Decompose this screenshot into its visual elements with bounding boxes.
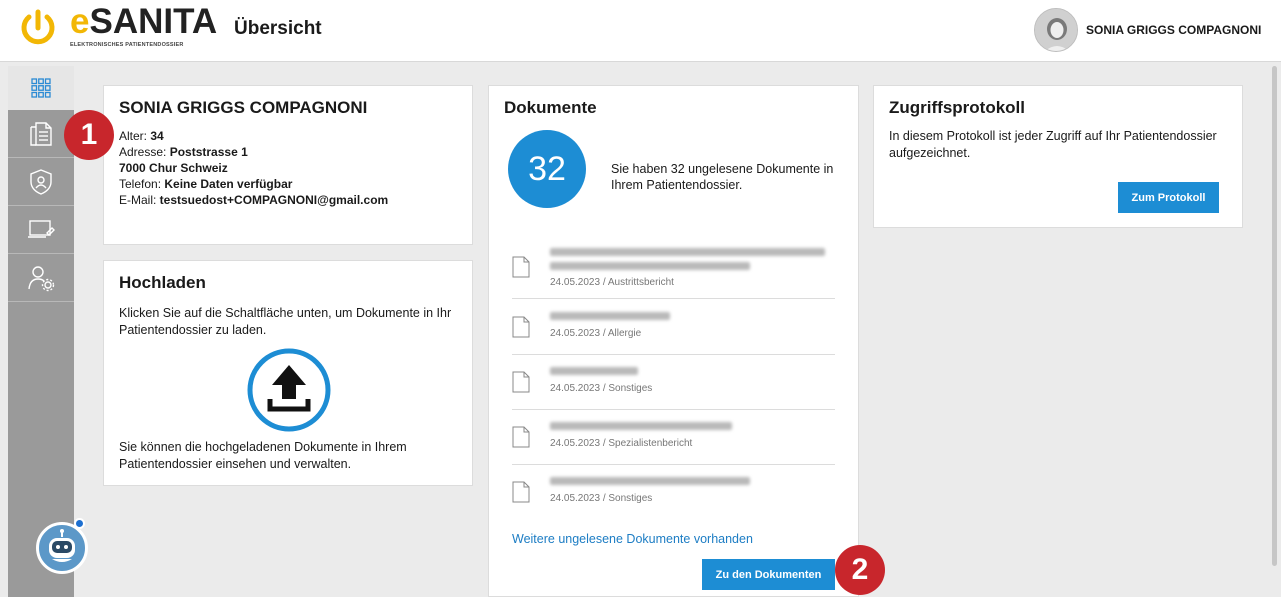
document-meta: 24.05.2023 / Spezialistenbericht xyxy=(550,438,693,449)
documents-icon xyxy=(30,121,52,146)
document-meta: 24.05.2023 / Sonstiges xyxy=(550,493,653,504)
phone-row: Telefon: Keine Daten verfügbar xyxy=(119,176,457,192)
redacted-title xyxy=(550,477,750,485)
patient-name: SONIA GRIGGS COMPAGNONI xyxy=(119,98,368,117)
power-logo-icon xyxy=(21,9,55,45)
patient-card: SONIA GRIGGS COMPAGNONI Alter: 34 Adress… xyxy=(103,85,473,245)
upload-description: Klicken Sie auf die Schaltfläche unten, … xyxy=(119,306,452,337)
file-icon xyxy=(512,256,530,278)
document-meta: 24.05.2023 / Sonstiges xyxy=(550,383,653,394)
redacted-title xyxy=(550,422,732,430)
email-row: E-Mail: testsuedost+COMPAGNONI@gmail.com xyxy=(119,192,457,208)
upload-hint: Sie können die hochgeladenen Dokumente i… xyxy=(119,440,407,471)
divider xyxy=(512,409,835,410)
age-label: Alter: xyxy=(119,129,151,143)
go-to-documents-button[interactable]: Zu den Dokumenten xyxy=(702,559,835,590)
robot-icon xyxy=(49,529,75,562)
document-item[interactable]: 24.05.2023 / Sonstiges xyxy=(512,471,835,525)
documents-title: Dokumente xyxy=(504,98,597,117)
document-item[interactable]: 24.05.2023 / Spezialistenbericht xyxy=(512,416,835,470)
unread-count-text: Sie haben 32 ungelesene Dokumente in Ihr… xyxy=(611,162,834,192)
more-documents-link[interactable]: Weitere ungelesene Dokumente vorhanden xyxy=(512,532,753,546)
document-item[interactable]: 24.05.2023 / Sonstiges xyxy=(512,361,835,415)
page-title: Übersicht xyxy=(234,18,322,39)
upload-icon[interactable] xyxy=(246,347,332,433)
annotation-badge-1: 1 xyxy=(64,110,114,160)
address-row: Adresse: Poststrasse 1 xyxy=(119,144,457,160)
redacted-title xyxy=(550,367,638,375)
logo-wordmark[interactable]: eSANITA xyxy=(70,2,217,42)
upload-card: Hochladen Klicken Sie auf die Schaltfläc… xyxy=(103,260,473,486)
user-settings-icon xyxy=(28,265,55,291)
email-label: E-Mail: xyxy=(119,193,160,207)
avatar[interactable] xyxy=(1034,8,1078,52)
redacted-title xyxy=(550,262,750,270)
address-line2: 7000 Chur Schweiz xyxy=(119,161,228,175)
redacted-title xyxy=(550,312,670,320)
age-row: Alter: 34 xyxy=(119,128,457,144)
redacted-title xyxy=(550,248,825,256)
header: eSANITA ELEKTRONISCHES PATIENTENDOSSIER … xyxy=(0,0,1281,62)
upload-title: Hochladen xyxy=(119,273,206,292)
access-protocol-card: Zugriffsprotokoll In diesem Protokoll is… xyxy=(873,85,1243,228)
address-label: Adresse: xyxy=(119,145,170,159)
view-protocol-button[interactable]: Zum Protokoll xyxy=(1118,182,1219,213)
document-meta: 24.05.2023 / Austrittsbericht xyxy=(550,277,674,288)
annotation-badge-2: 2 xyxy=(835,545,885,595)
file-icon xyxy=(512,316,530,338)
age-value: 34 xyxy=(150,129,164,143)
file-icon xyxy=(512,371,530,393)
sidebar xyxy=(8,66,74,597)
document-item[interactable]: 24.05.2023 / Allergie xyxy=(512,306,835,360)
divider xyxy=(512,464,835,465)
divider xyxy=(512,298,835,299)
sidebar-item-overview[interactable] xyxy=(8,66,74,110)
protocol-description: In diesem Protokoll ist jeder Zugriff au… xyxy=(889,129,1217,160)
unread-count-badge[interactable]: 32 xyxy=(508,130,586,208)
chatbot-button[interactable] xyxy=(36,522,88,574)
shield-user-icon xyxy=(30,168,52,195)
protocol-title: Zugriffsprotokoll xyxy=(889,98,1025,117)
laptop-edit-icon xyxy=(28,219,55,238)
grid-icon xyxy=(31,78,51,98)
user-name[interactable]: SONIA GRIGGS COMPAGNONI xyxy=(1086,23,1261,37)
divider xyxy=(512,354,835,355)
file-icon xyxy=(512,426,530,448)
document-item[interactable]: 24.05.2023 / Austrittsbericht xyxy=(512,240,835,294)
sidebar-item-device[interactable] xyxy=(8,206,74,254)
user-silhouette-icon xyxy=(1035,9,1077,51)
documents-card: Dokumente 32 Sie haben 32 ungelesene Dok… xyxy=(488,85,859,597)
address-row-2: 7000 Chur Schweiz xyxy=(119,160,457,176)
logo-subtitle: ELEKTRONISCHES PATIENTENDOSSIER xyxy=(70,42,184,48)
document-meta: 24.05.2023 / Allergie xyxy=(550,328,642,339)
scrollbar[interactable] xyxy=(1272,66,1277,566)
address-line1: Poststrasse 1 xyxy=(169,145,248,159)
email-value: testsuedost+COMPAGNONI@gmail.com xyxy=(159,193,389,207)
file-icon xyxy=(512,481,530,503)
sidebar-item-access[interactable] xyxy=(8,158,74,206)
notification-dot xyxy=(74,518,85,529)
phone-label: Telefon: xyxy=(119,177,165,191)
sidebar-item-settings[interactable] xyxy=(8,254,74,302)
phone-value: Keine Daten verfügbar xyxy=(164,177,293,191)
